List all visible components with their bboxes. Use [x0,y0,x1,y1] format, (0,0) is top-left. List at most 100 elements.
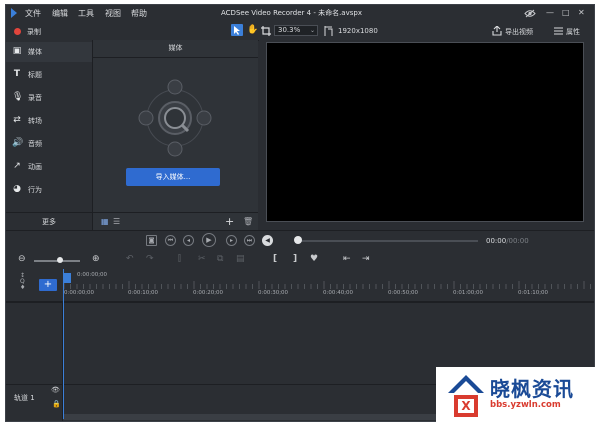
sidebar-item-voice[interactable]: 🎙 录音 [6,88,92,108]
paste-icon[interactable]: ▤ [236,254,245,265]
more-button[interactable]: 更多 [6,212,92,231]
svg-text:X: X [461,399,471,413]
hand-tool-icon[interactable]: ✋ [247,25,258,35]
media-panel: 媒体 导入媒体... ▦ ☰ + 🗑 [93,40,258,230]
cut-icon[interactable]: ✂ [198,254,206,265]
zoom-out-icon[interactable]: ⊖ [18,254,26,265]
skip-start-icon[interactable]: ⏮ [165,235,176,246]
ruler-label: 0:00:10;00 [128,290,159,296]
timeline-ruler[interactable] [63,269,594,301]
add-icon[interactable]: + [225,215,234,228]
sidebar-item-label: 媒体 [28,48,42,56]
marker-icon[interactable]: ♥ [310,254,318,265]
preview-canvas[interactable] [266,42,584,222]
resolution-value[interactable]: 1920x1080 [338,27,378,35]
zoom-select[interactable]: 30.3% ⌄ [274,25,318,36]
title-bar: 文件 编辑 工具 视图 帮助 ACDSee Video Recorder 4 -… [6,5,594,22]
snapshot-icon[interactable]: ◙ [146,235,157,246]
record-icon[interactable] [14,28,21,35]
step-forward-icon[interactable]: ▸ [226,235,237,246]
crop-icon[interactable] [261,26,271,36]
close-button[interactable]: ✕ [578,8,585,17]
grid-view-icon[interactable]: ▦ [101,217,109,226]
sidebar-item-transition[interactable]: ⇄ 转场 [6,111,92,131]
house-logo-icon: X [448,375,484,417]
step-back-icon[interactable]: ◂ [183,235,194,246]
ruler-label: 0:01:10;00 [518,290,549,296]
menu-tools[interactable]: 工具 [78,8,94,19]
skip-end-icon[interactable]: ⏭ [244,235,255,246]
sidebar-item-media[interactable]: ▣ 媒体 [6,42,92,62]
menu-file[interactable]: 文件 [25,8,41,19]
properties-button[interactable]: 属性 [566,27,580,37]
record-button[interactable]: 录制 [27,27,41,37]
sidebar-item-label: 音频 [28,140,42,148]
track-1-label[interactable]: 轨道 1 [14,393,35,403]
sidebar-item-title[interactable]: T 标题 [6,65,92,85]
sidebar-item-audio[interactable]: 🔊 音频 [6,134,92,154]
transition-icon: ⇄ [13,115,21,125]
watermark-logo: X 晓枫资讯 bbs.yzwln.com [436,367,600,426]
import-media-button[interactable]: 导入媒体... [126,168,220,186]
timeline-zoom-handle[interactable] [57,257,63,263]
time-current: 00:00 [486,237,507,245]
delete-icon[interactable]: 🗑 [243,217,253,226]
time-total: /00:00 [506,237,529,245]
maximize-button[interactable]: □ [562,8,570,17]
ruler-label: 0:00:50;00 [388,290,419,296]
sidebar-item-animation[interactable]: ↗ 动画 [6,157,92,177]
minimize-button[interactable]: — [546,8,554,17]
export-video-button[interactable]: 导出视频 [505,27,533,37]
mark-in-icon[interactable]: [ [273,254,277,265]
app-window: 文件 编辑 工具 视图 帮助 ACDSee Video Recorder 4 -… [5,4,595,422]
resolution-icon[interactable] [324,26,333,36]
watermark-title: 晓枫资讯 [490,377,574,401]
redo-icon[interactable]: ↷ [146,254,154,265]
sidebar-item-label: 标题 [28,71,42,79]
playhead-handle[interactable] [63,273,71,283]
track-options-icon[interactable]: ↕ Q ♦ [20,273,25,291]
sidebar-item-label: 录音 [28,94,42,102]
media-panel-footer: ▦ ☰ + 🗑 [93,212,258,231]
list-view-icon[interactable]: ☰ [113,217,120,226]
split-icon[interactable]: ⫿ [178,254,181,265]
eye-icon[interactable]: 👁 [51,386,60,394]
timeline-toolbar: ⊖ ⊕ ↶ ↷ ⫿ ✂ ⧉ ▤ [ ] ♥ ⇤ ⇥ [6,251,594,269]
cursor-icon [234,26,240,35]
add-track-button[interactable]: + [39,279,57,291]
timeline-horizontal-scrollbar[interactable] [63,414,443,420]
media-placeholder-icon [138,79,212,157]
title-icon: T [13,69,21,79]
menu-view[interactable]: 视图 [105,8,121,19]
menu-help[interactable]: 帮助 [131,8,147,19]
zoom-value: 30.3% [278,26,301,34]
select-tool-button[interactable] [231,24,243,36]
playback-bar: ◙ ⏮ ◂ ▶ ▸ ⏭ ◀ 00:00/00:00 [6,230,594,252]
visibility-icon[interactable] [524,9,536,18]
jump-end-icon[interactable]: ⇥ [362,254,370,265]
volume-icon[interactable]: ◀ [262,235,273,246]
media-icon: ▣ [12,46,22,56]
copy-icon[interactable]: ⧉ [217,254,223,265]
play-icon[interactable]: ▶ [202,233,216,247]
lock-icon[interactable]: 🔒 [52,400,61,408]
sidebar-item-behavior[interactable]: ◕ 行为 [6,180,92,200]
sidebar-item-label: 转场 [28,117,42,125]
zoom-in-icon[interactable]: ⊕ [92,254,100,265]
watermark-url: bbs.yzwln.com [490,400,561,410]
jump-start-icon[interactable]: ⇤ [343,254,351,265]
mark-out-icon[interactable]: ] [293,254,297,265]
ruler-label: 0:00:00;00 [64,290,95,296]
sidebar: ▣ 媒体 T 标题 🎙 录音 ⇄ 转场 🔊 音频 ↗ 动画 ◕ 行为 更多 [6,40,93,230]
scrubber-handle[interactable] [294,236,302,244]
window-title: ACDSee Video Recorder 4 - 未命名.avspx [221,9,362,17]
audio-icon: 🔊 [12,138,24,148]
menu-edit[interactable]: 编辑 [52,8,68,19]
playback-scrubber[interactable] [298,240,478,242]
sidebar-item-label: 动画 [28,163,42,171]
undo-icon[interactable]: ↶ [126,254,134,265]
chevron-down-icon: ⌄ [309,27,315,34]
ruler-label: 0:00:40;00 [323,290,354,296]
track-divider [6,302,594,303]
animation-icon: ↗ [13,161,21,171]
